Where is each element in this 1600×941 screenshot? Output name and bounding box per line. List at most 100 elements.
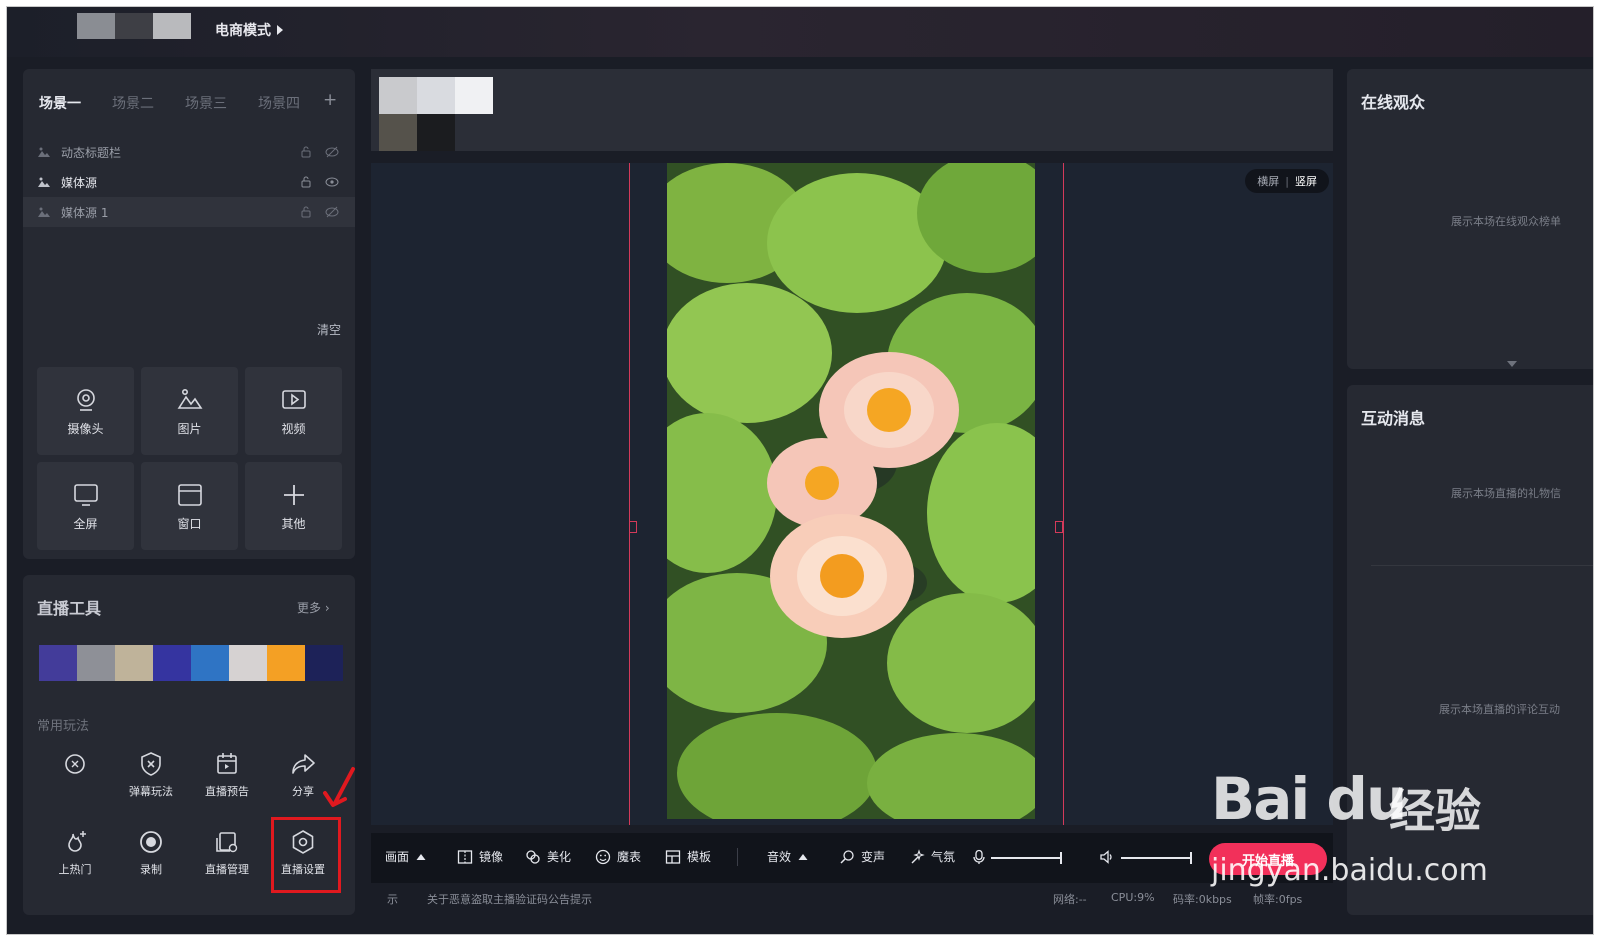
orientation-switch[interactable]: 横屏 | 竖屏 bbox=[1245, 169, 1329, 193]
watermark-url: jingyan.baidu.com bbox=[1211, 853, 1488, 888]
color-block bbox=[153, 645, 191, 681]
gift-ring-icon bbox=[65, 754, 85, 774]
tile-label: 视频 bbox=[281, 421, 306, 436]
tools-title: 直播工具 bbox=[37, 599, 102, 618]
tab-scene-1[interactable]: 场景一 bbox=[39, 93, 112, 113]
gift-ring-button[interactable] bbox=[37, 747, 113, 805]
play-label: 弹幕玩法 bbox=[129, 785, 173, 798]
lock-icon[interactable] bbox=[301, 146, 311, 158]
color-block bbox=[305, 645, 343, 681]
toolbar-label: 画面 bbox=[385, 850, 410, 864]
toolbar-label: 音效 bbox=[767, 850, 792, 864]
account-avatar-mosaic[interactable] bbox=[77, 13, 191, 39]
annotation-highlight-box bbox=[271, 817, 341, 893]
color-block bbox=[77, 645, 115, 681]
tools-banner[interactable] bbox=[39, 645, 343, 681]
template-button[interactable]: 模板 bbox=[665, 848, 711, 865]
audience-title: 在线观众 bbox=[1361, 93, 1426, 112]
audience-empty-hint: 展示本场在线观众榜单 bbox=[1451, 215, 1561, 228]
color-block bbox=[267, 645, 305, 681]
source-row[interactable]: 动态标题栏 bbox=[23, 137, 355, 167]
play-label: 录制 bbox=[140, 863, 162, 876]
source-row[interactable]: 媒体源 bbox=[23, 167, 355, 197]
caret-up-icon bbox=[416, 853, 426, 860]
mirror-button[interactable]: 镜像 bbox=[457, 848, 503, 865]
scene-tabs: 场景一 场景二 场景三 场景四 bbox=[39, 93, 331, 113]
add-fullscreen-button[interactable]: 全屏 bbox=[37, 462, 134, 550]
play-label: 直播管理 bbox=[205, 863, 249, 876]
live-manage-button[interactable]: 直播管理 bbox=[189, 825, 265, 883]
jingyan-watermark: 经验 bbox=[1389, 784, 1481, 838]
camera-icon bbox=[76, 388, 95, 411]
color-block bbox=[39, 645, 77, 681]
add-picture-button[interactable]: 图片 bbox=[141, 367, 238, 455]
tab-scene-2[interactable]: 场景二 bbox=[112, 93, 185, 113]
notice-link[interactable]: 关于恶意盗取主播验证码公告提示 bbox=[427, 891, 592, 907]
add-video-button[interactable]: 视频 bbox=[245, 367, 342, 455]
mode-switch[interactable]: 电商模式 bbox=[215, 20, 283, 40]
chevron-down-icon[interactable] bbox=[1507, 361, 1517, 367]
tile-label: 其他 bbox=[281, 516, 306, 531]
preview-canvas[interactable]: 横屏 | 竖屏 bbox=[371, 163, 1333, 825]
common-plays-title: 常用玩法 bbox=[37, 719, 90, 734]
more-tools-link[interactable]: 更多 › bbox=[297, 599, 330, 616]
resize-handle-left[interactable] bbox=[629, 521, 637, 533]
source-row[interactable]: 媒体源 1 bbox=[23, 197, 355, 227]
bottom-toolbar: 画面 镜像 美化 魔表 模板 音效 变声 气氛 开始直播 bbox=[371, 833, 1333, 883]
add-scene-button[interactable]: + bbox=[323, 90, 337, 110]
beautify-button[interactable]: 美化 bbox=[525, 848, 571, 865]
resize-handle-right[interactable] bbox=[1055, 521, 1063, 533]
safe-area-left-line bbox=[629, 163, 630, 825]
voice-change-button[interactable]: 变声 bbox=[839, 848, 885, 865]
status-bar: 示 关于恶意盗取主播验证码公告提示 网络:-- CPU:9% 码率:0kbps … bbox=[371, 887, 1333, 913]
image-icon bbox=[38, 207, 50, 217]
add-window-button[interactable]: 窗口 bbox=[141, 462, 238, 550]
tile-label: 摄像头 bbox=[67, 421, 104, 436]
lock-icon[interactable] bbox=[301, 176, 311, 188]
scene-panel: 场景一 场景二 场景三 场景四 + 动态标题栏 媒体源 媒体源 1 清空 摄像头… bbox=[23, 69, 355, 559]
tab-scene-3[interactable]: 场景三 bbox=[185, 93, 258, 113]
landscape-option[interactable]: 横屏 bbox=[1257, 173, 1279, 189]
color-block bbox=[191, 645, 229, 681]
flame-plus-icon bbox=[68, 831, 86, 852]
play-label: 上热门 bbox=[58, 863, 92, 876]
section-divider[interactable] bbox=[1371, 565, 1593, 566]
more-label: 更多 bbox=[297, 601, 322, 615]
add-other-button[interactable]: 其他 bbox=[245, 462, 342, 550]
separator: | bbox=[1285, 174, 1289, 188]
portrait-option[interactable]: 竖屏 bbox=[1295, 173, 1317, 189]
toolbar-label: 镜像 bbox=[479, 850, 504, 864]
eye-icon[interactable] bbox=[325, 176, 339, 188]
danmaku-play-button[interactable]: 弹幕玩法 bbox=[113, 747, 189, 805]
microphone-icon[interactable] bbox=[971, 849, 987, 865]
framerate-status: 帧率:0fps bbox=[1253, 893, 1303, 906]
eye-hidden-icon[interactable] bbox=[325, 146, 339, 158]
magic-face-button[interactable]: 魔表 bbox=[595, 848, 641, 865]
speaker-volume-slider[interactable] bbox=[1121, 852, 1192, 864]
live-preview-button[interactable]: 直播预告 bbox=[189, 747, 265, 805]
live-tools-panel: 直播工具 更多 › 常用玩法 弹幕玩法 直播预告 分享 上热门 录制 直播管理 … bbox=[23, 575, 355, 915]
chevron-right-icon: › bbox=[324, 601, 330, 615]
clear-button[interactable]: 清空 bbox=[317, 321, 341, 338]
sound-effect-menu-button[interactable]: 音效 bbox=[767, 848, 809, 865]
lock-icon[interactable] bbox=[301, 206, 311, 218]
toolbar-divider bbox=[737, 848, 738, 866]
toolbar-label: 美化 bbox=[547, 850, 572, 864]
add-camera-button[interactable]: 摄像头 bbox=[37, 367, 134, 455]
record-button[interactable]: 录制 bbox=[113, 825, 189, 883]
notice-prefix: 示 bbox=[387, 893, 398, 906]
tab-scene-4[interactable]: 场景四 bbox=[258, 93, 331, 113]
eye-hidden-icon[interactable] bbox=[325, 206, 339, 218]
speaker-icon[interactable] bbox=[1099, 849, 1115, 865]
mic-volume-slider[interactable] bbox=[991, 852, 1062, 864]
boost-popular-button[interactable]: 上热门 bbox=[37, 825, 113, 883]
picture-menu-button[interactable]: 画面 bbox=[385, 848, 427, 865]
atmosphere-button[interactable]: 气氛 bbox=[909, 848, 955, 865]
toolbar-label: 模板 bbox=[687, 850, 712, 864]
color-block bbox=[115, 645, 153, 681]
color-block bbox=[229, 645, 267, 681]
network-status: 网络:-- bbox=[1053, 893, 1087, 906]
comments-empty-hint: 展示本场直播的评论互动 bbox=[1439, 703, 1560, 716]
toolbar-label: 魔表 bbox=[617, 850, 642, 864]
caret-right-icon bbox=[277, 25, 283, 35]
